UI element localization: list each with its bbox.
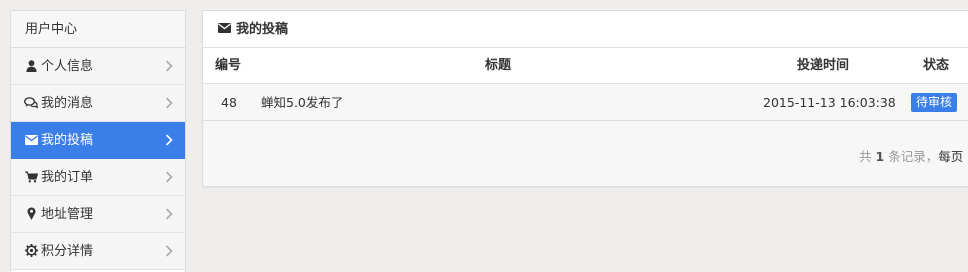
column-header-id[interactable]: 编号 xyxy=(215,48,241,84)
submissions-table: 编号 标题 投递时间 状态 48 蝉知5.0发布了 2015-11-13 16:… xyxy=(203,48,968,121)
record-count: 1 xyxy=(875,149,885,164)
map-marker-icon xyxy=(24,196,38,233)
panel-header: 我的投稿 xyxy=(203,11,968,48)
sidebar-item-profile[interactable]: 个人信息 xyxy=(11,48,185,85)
sidebar-item-label: 我的投稿 xyxy=(41,133,94,148)
chevron-right-icon xyxy=(165,233,175,270)
envelope-icon xyxy=(218,23,231,33)
column-header-title[interactable]: 标题 xyxy=(485,48,511,84)
row-time: 2015-11-13 16:03:38 xyxy=(763,95,896,110)
chevron-right-icon xyxy=(165,122,175,159)
cart-icon xyxy=(24,159,38,196)
column-header-status[interactable]: 状态 xyxy=(923,48,949,84)
sidebar-item-label: 我的订单 xyxy=(41,170,94,185)
column-header-time[interactable]: 投递时间 xyxy=(797,48,849,84)
sidebar-item-messages[interactable]: 我的消息 xyxy=(11,85,185,122)
chevron-right-icon xyxy=(165,85,175,122)
per-page-label: 每页 xyxy=(938,149,964,164)
comments-icon xyxy=(24,85,39,122)
page: 用户中心 个人信息 我的消息 我的投稿 我的订单 地址管理 积分详情 我的投稿 … xyxy=(0,0,968,272)
gear-icon xyxy=(24,233,38,270)
submissions-panel: 我的投稿 编号 标题 投递时间 状态 48 蝉知5.0发布了 2015-11-1… xyxy=(202,10,968,187)
pager-prefix: 共 xyxy=(859,149,872,164)
sidebar-item-submissions[interactable]: 我的投稿 xyxy=(11,122,185,159)
sidebar-item-label: 地址管理 xyxy=(41,207,94,222)
row-status: 待审核 xyxy=(911,84,958,121)
table-row: 48 蝉知5.0发布了 2015-11-13 16:03:38 待审核 xyxy=(203,84,968,121)
sidebar-item-address[interactable]: 地址管理 xyxy=(11,196,185,233)
sidebar: 用户中心 个人信息 我的消息 我的投稿 我的订单 地址管理 积分详情 xyxy=(10,10,186,272)
chevron-right-icon xyxy=(165,196,175,233)
sidebar-item-label: 积分详情 xyxy=(41,244,94,259)
sidebar-item-label: 我的消息 xyxy=(41,96,94,111)
panel-title: 我的投稿 xyxy=(236,22,289,37)
sidebar-header: 用户中心 xyxy=(11,11,185,48)
pager-suffix: 条记录， xyxy=(888,149,939,164)
envelope-icon xyxy=(24,122,38,159)
user-icon xyxy=(24,48,38,85)
chevron-right-icon xyxy=(165,48,175,85)
row-title-link[interactable]: 蝉知5.0发布了 xyxy=(261,84,343,121)
sidebar-item-points[interactable]: 积分详情 xyxy=(11,233,185,270)
pager-summary: 共 1 条记录，每页 xyxy=(859,146,963,165)
status-badge: 待审核 xyxy=(911,93,958,112)
row-id: 48 xyxy=(221,95,237,110)
chevron-right-icon xyxy=(165,159,175,196)
sidebar-item-orders[interactable]: 我的订单 xyxy=(11,159,185,196)
sidebar-item-label: 个人信息 xyxy=(41,59,94,74)
table-header: 编号 标题 投递时间 状态 xyxy=(203,48,968,84)
